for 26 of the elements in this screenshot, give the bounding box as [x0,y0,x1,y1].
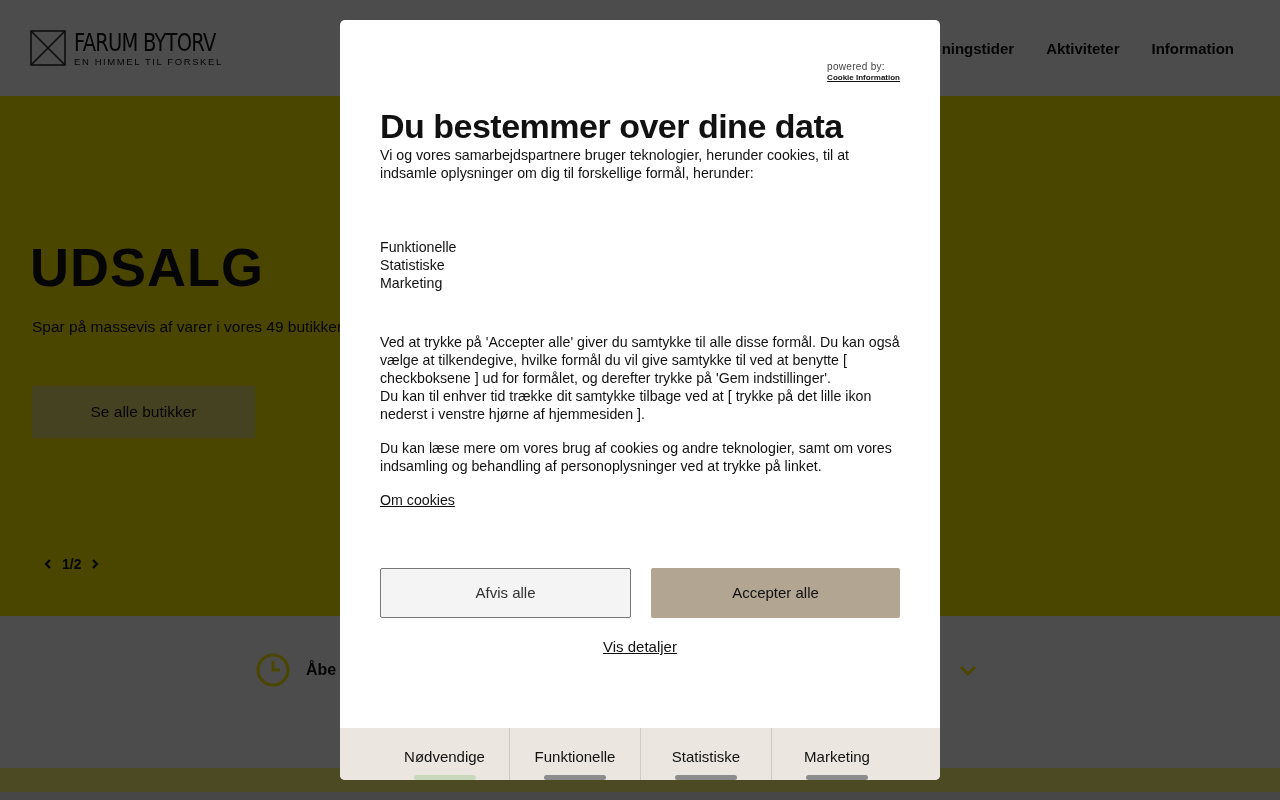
purpose-item: Statistiske [380,256,446,274]
logo-title: FARUM BYTORV [74,29,216,56]
consent-text: Du kan til enhver tid trække dit samtykke tilbage ved at [ trykke på det lille ikon nederst i venstre hjørne af hjemmesiden ]. [380,387,873,423]
slide-counter: 1/2 [62,556,82,572]
category-label: Nødvendige [404,748,485,765]
purpose-item: Marketing [380,274,444,292]
category-label: Statistiske [671,748,741,765]
intro-text: Vi og vores samarbejdspartnere bruger teknologier, herunder cookies, til at indsamle oplysninger om dig til forskellige formål, herunder: [380,146,850,182]
accept-all-button[interactable]: Accepter alle [651,568,900,618]
consent-text: Du kan læse mere om vores brug af cookies og andre teknologier, samt om vores indsamling og behandling af personoplysninger ved at trykke på linket. [380,439,893,475]
category-label: Marketing [804,748,870,765]
category-toggle[interactable] [806,775,868,780]
logo-tagline: EN HIMMEL TIL FORSKEL [74,55,224,67]
category-toggle[interactable] [675,775,737,780]
dialog-title: Du bestemmer over dine data [380,106,845,146]
powered-by-label: powered by: [827,61,885,72]
hero-title: UDSALG [30,236,264,298]
category-toggle[interactable] [544,775,606,780]
provider-link[interactable]: Cookie Information [827,72,900,84]
purpose-item: Funktionelle [380,238,458,256]
consent-text: Ved at trykke på 'Accepter alle' giver du samtykke til alle disse formål. Du kan også vælge at tilkendegive, hvilke formål du vil give samtykke til ved at benytte [ checkboksene ] ud for formålet, og derefter trykke på 'Gem indstillinger'. [380,333,900,387]
reject-all-button[interactable]: Afvis alle [380,568,631,618]
cookies-link[interactable]: Om cookies [380,491,455,509]
details-link[interactable]: Vis detaljer [603,638,677,656]
category-label: Funktionelle [534,748,616,765]
category-toggle[interactable] [413,775,476,780]
